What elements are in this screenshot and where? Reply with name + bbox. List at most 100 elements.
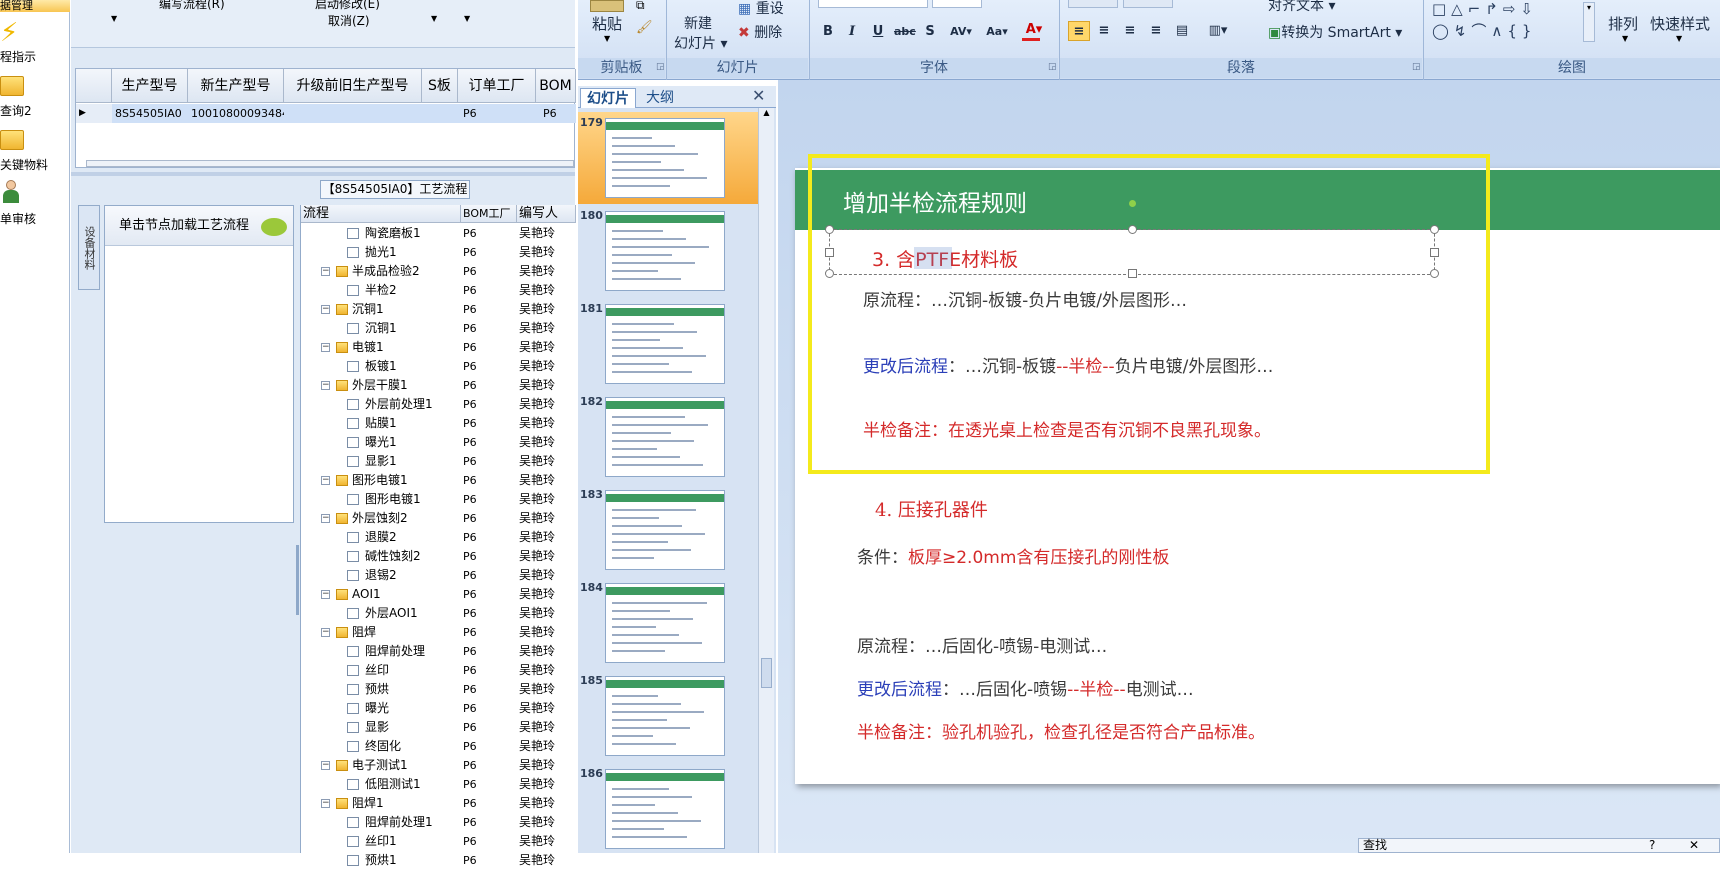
note-4[interactable]: 半检备注：验孔机验孔，检查孔径是否符合产品标准。 xyxy=(857,718,1265,743)
list-button[interactable] xyxy=(1068,0,1118,8)
tree-row[interactable]: − 电子测试1 P6 吴艳玲 xyxy=(301,756,576,775)
collapse-toggle-icon[interactable]: − xyxy=(321,514,330,523)
resize-handle[interactable] xyxy=(1430,225,1439,234)
collapse-toggle-icon[interactable]: − xyxy=(321,476,330,485)
shadow-button[interactable]: S xyxy=(920,22,940,42)
table-cell[interactable]: P6 xyxy=(536,104,576,123)
col-header[interactable]: BOM xyxy=(536,69,576,103)
reset-button[interactable]: ▦ 重设 xyxy=(738,0,784,18)
tree-row[interactable]: 退膜2 P6 吴艳玲 xyxy=(301,528,576,547)
delete-button[interactable]: ✖ 删除 xyxy=(738,22,782,42)
tree-row[interactable]: 曝光1 P6 吴艳玲 xyxy=(301,433,576,452)
tree-row[interactable]: − 图形电镀1 P6 吴艳玲 xyxy=(301,471,576,490)
justify-button[interactable]: ≡ xyxy=(1146,21,1166,41)
tree-row[interactable]: 预烘 P6 吴艳玲 xyxy=(301,680,576,699)
quick-styles-button[interactable]: 快速样式 xyxy=(1650,13,1710,34)
paste-button[interactable]: 粘贴 xyxy=(592,13,622,34)
collapse-toggle-icon[interactable]: − xyxy=(321,305,330,314)
dialog-launcher-icon[interactable]: ◲ xyxy=(656,62,665,72)
tree-node-label[interactable]: 抛光1 xyxy=(365,243,397,262)
nav-item-key-materials[interactable]: 关键物料 xyxy=(0,156,70,173)
collapse-toggle-icon[interactable]: − xyxy=(321,799,330,808)
tree-row[interactable]: − 外层干膜1 P6 吴艳玲 xyxy=(301,376,576,395)
collapse-toggle-icon[interactable]: − xyxy=(321,590,330,599)
tree-node-label[interactable]: 陶瓷磨板1 xyxy=(365,224,421,243)
tree-row[interactable]: 阻焊前处理 P6 吴艳玲 xyxy=(301,642,576,661)
nav-item-data-management[interactable]: 据管理 xyxy=(0,0,70,12)
bold-button[interactable]: B xyxy=(818,22,838,42)
tree-node-label[interactable]: 沉铜1 xyxy=(352,300,384,319)
tree-row[interactable]: 退锡2 P6 吴艳玲 xyxy=(301,566,576,585)
tree-node-label[interactable]: 显影1 xyxy=(365,452,397,471)
indent-button[interactable] xyxy=(1123,0,1173,8)
changed-flow-4[interactable]: 更改后流程：…后固化-喷锡--半检--电测试… xyxy=(857,675,1194,700)
shapes-gallery[interactable]: □△⌐↱⇨⇩ ◯↯⌒∧{} xyxy=(1432,0,1582,42)
scroll-thumb[interactable] xyxy=(761,658,772,688)
tree-node-label[interactable]: 电子测试1 xyxy=(352,756,408,775)
nav-item-query2[interactable]: 查询2 xyxy=(0,102,70,119)
new-slide-dropdown[interactable]: 幻灯片 ▾ xyxy=(674,33,727,53)
splitter[interactable] xyxy=(71,172,575,176)
char-spacing-button[interactable]: AV▾ xyxy=(946,22,976,42)
tree-row[interactable]: 显影1 P6 吴艳玲 xyxy=(301,452,576,471)
arrange-button[interactable]: 排列 xyxy=(1608,13,1638,34)
resize-handle[interactable] xyxy=(1430,248,1439,257)
col-header[interactable]: S板 xyxy=(422,69,458,103)
dropdown-arrow-icon[interactable]: ▼ xyxy=(111,14,117,23)
tree-row[interactable]: 预烘1 P6 吴艳玲 xyxy=(301,851,576,870)
tree-row[interactable]: − 沉铜1 P6 吴艳玲 xyxy=(301,300,576,319)
dropdown-arrow-icon[interactable]: ▼ xyxy=(604,34,610,43)
tree-row[interactable]: 图形电镀1 P6 吴艳玲 xyxy=(301,490,576,509)
original-flow-4[interactable]: 原流程：…后固化-喷锡-电测试… xyxy=(857,632,1107,657)
tree-col-header[interactable]: 编写人 xyxy=(517,205,576,223)
dropdown-arrow-icon[interactable]: ▼ xyxy=(1622,34,1628,43)
resize-handle[interactable] xyxy=(825,248,834,257)
tree-node-label[interactable]: 终固化 xyxy=(365,737,401,756)
tree-node-label[interactable]: 外层前处理1 xyxy=(365,395,433,414)
tree-node-label[interactable]: 外层AOI1 xyxy=(365,604,418,623)
tree-row[interactable]: − 外层蚀刻2 P6 吴艳玲 xyxy=(301,509,576,528)
collapse-toggle-icon[interactable]: − xyxy=(321,628,330,637)
slide-thumbnail[interactable] xyxy=(605,676,725,756)
col-header[interactable]: 生产型号 xyxy=(112,69,188,103)
thumbnail-scrollbar[interactable]: ▲ xyxy=(758,108,774,853)
tree-row[interactable]: 抛光1 P6 吴艳玲 xyxy=(301,243,576,262)
tree-row[interactable]: 终固化 P6 吴艳玲 xyxy=(301,737,576,756)
side-tab-equipment[interactable]: 设备材料 xyxy=(78,205,100,290)
collapse-toggle-icon[interactable]: − xyxy=(321,343,330,352)
tree-node-label[interactable]: 阻焊前处理1 xyxy=(365,813,433,832)
tree-node-label[interactable]: 丝印 xyxy=(365,661,389,680)
tree-node-label[interactable]: 丝印1 xyxy=(365,832,397,851)
dropdown-arrow-icon[interactable]: ▼ xyxy=(464,14,470,23)
row-selector-icon[interactable]: ▶ xyxy=(76,104,112,123)
resize-handle[interactable] xyxy=(1128,269,1137,278)
menu-cancel[interactable]: 取消(Z) xyxy=(328,12,370,29)
tree-node-label[interactable]: 曝光1 xyxy=(365,433,397,452)
font-size-box[interactable] xyxy=(932,0,982,8)
nav-item-order-review[interactable]: 单审核 xyxy=(0,210,70,227)
align-left-button[interactable]: ≡ xyxy=(1068,21,1090,41)
tab-slides[interactable]: 幻灯片 xyxy=(580,88,636,108)
slide-thumbnail[interactable] xyxy=(605,583,725,663)
tree-node-label[interactable]: 退膜2 xyxy=(365,528,397,547)
slide-thumbnail[interactable] xyxy=(605,490,725,570)
col-header[interactable]: 升级前旧生产型号 xyxy=(284,69,422,103)
resize-handle[interactable] xyxy=(825,269,834,278)
tree-row[interactable]: 碱性蚀刻2 P6 吴艳玲 xyxy=(301,547,576,566)
dialog-launcher-icon[interactable]: ◲ xyxy=(1048,62,1057,72)
tree-node-label[interactable]: 显影 xyxy=(365,718,389,737)
menu-write-process[interactable]: 编写流程(R) xyxy=(159,0,225,12)
columns-button[interactable]: ▥▾ xyxy=(1204,21,1232,41)
table-cell[interactable]: 10010800093484 xyxy=(188,104,284,123)
collapse-toggle-icon[interactable]: − xyxy=(321,267,330,276)
tree-row[interactable]: 半检2 P6 吴艳玲 xyxy=(301,281,576,300)
tree-row[interactable]: − 电镀1 P6 吴艳玲 xyxy=(301,338,576,357)
section-heading-4[interactable]: 4. 压接孔器件 xyxy=(875,496,988,522)
distributed-button[interactable]: ▤ xyxy=(1172,21,1192,41)
tree-node-label[interactable]: 沉铜1 xyxy=(365,319,397,338)
font-color-button[interactable]: A▾ xyxy=(1020,20,1048,40)
tree-node-label[interactable]: 曝光 xyxy=(365,699,389,718)
slide-thumbnail[interactable] xyxy=(605,118,725,198)
close-icon[interactable]: ✕ xyxy=(752,86,765,105)
align-text-button[interactable]: 对齐文本 ▾ xyxy=(1268,0,1335,15)
